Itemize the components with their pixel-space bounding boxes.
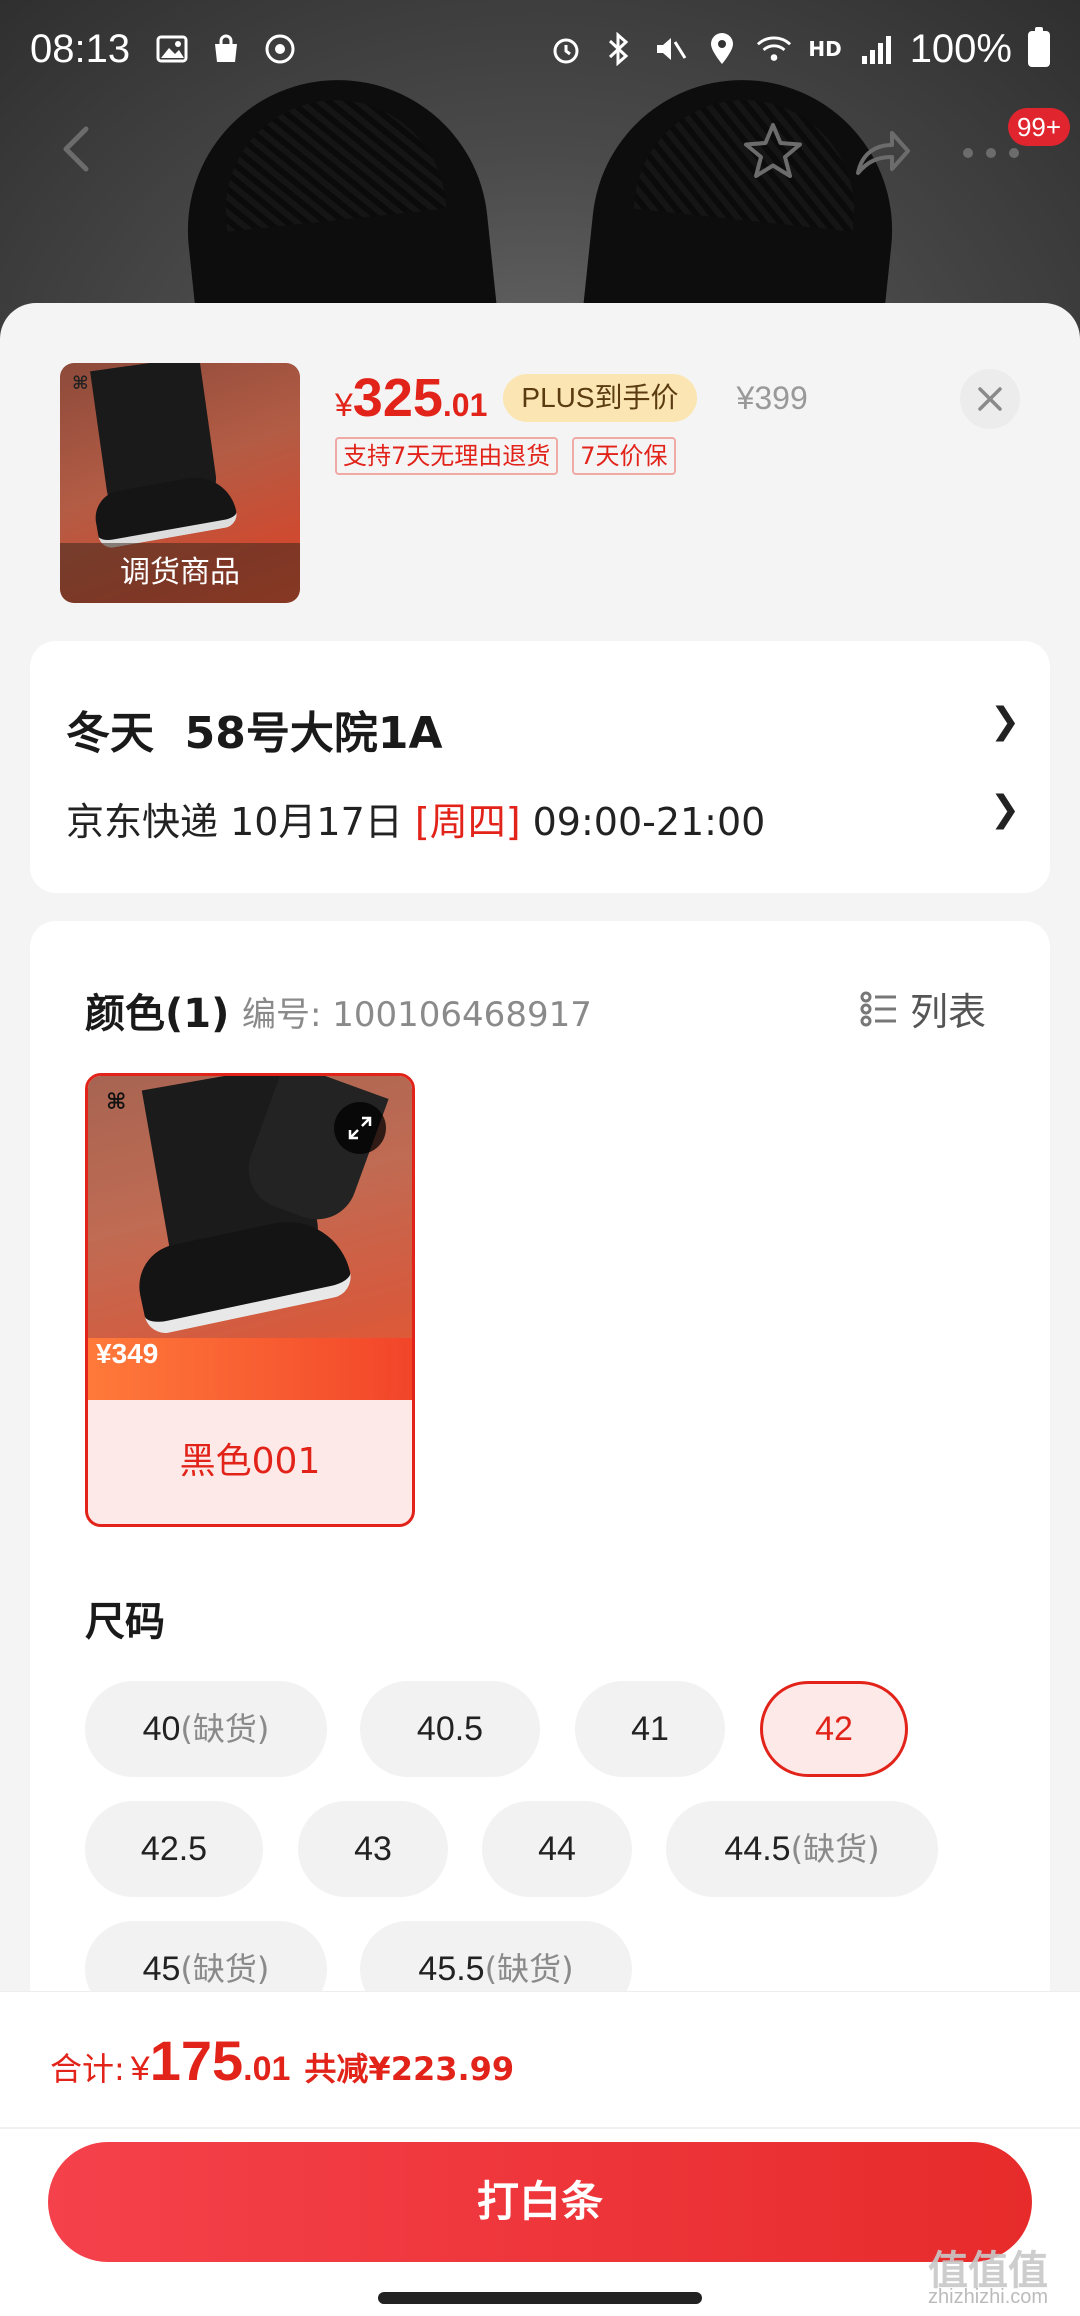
product-nav-bar xyxy=(0,105,1080,195)
size-option-44[interactable]: 44 xyxy=(482,1801,632,1897)
size-label: 42.5 xyxy=(140,1830,208,1868)
color-option-selected[interactable]: ⌘ ¥349 黑色001 xyxy=(85,1073,415,1527)
alarm-icon xyxy=(548,31,584,67)
size-option-44-5[interactable]: 44.5(缺货) xyxy=(666,1801,938,1897)
thumbnail-label: 调货商品 xyxy=(60,543,300,603)
total-decimal: .01 xyxy=(243,2050,291,2088)
delivery-time-window: 09:00-21:00 xyxy=(520,800,766,844)
size-out-of-stock: (缺货) xyxy=(484,1950,574,1988)
size-out-of-stock: (缺货) xyxy=(180,1710,270,1748)
battery-percent: 100% xyxy=(909,26,1012,71)
close-icon xyxy=(978,387,1002,411)
site-watermark-url: zhizhizhi.com xyxy=(928,2286,1049,2308)
total-discount: 共减¥223.99 xyxy=(304,2050,515,2088)
size-label: 44 xyxy=(538,1830,576,1868)
size-option-42-selected[interactable]: 42 xyxy=(760,1681,908,1777)
price-currency: ¥ xyxy=(335,387,353,423)
status-bar: 08:13 HD 100% xyxy=(0,0,1080,98)
hd-indicator: HD xyxy=(808,37,842,61)
total-currency: ¥ xyxy=(130,2050,150,2088)
price-decimal: .01 xyxy=(442,387,488,423)
message-count-badge: 99+ xyxy=(1008,108,1070,146)
gallery-icon xyxy=(154,31,190,67)
original-price: ¥399 xyxy=(736,379,808,416)
home-indicator[interactable] xyxy=(378,2292,702,2304)
back-icon[interactable] xyxy=(48,119,108,179)
size-option-40[interactable]: 40(缺货) xyxy=(85,1681,327,1777)
product-summary: ⌘ 调货商品 ¥325.01 PLUS到手价 ¥399 支持7天无理由退货 7天… xyxy=(0,303,1080,633)
service-tags: 支持7天无理由退货 7天价保 xyxy=(335,437,676,475)
color-option-image: ⌘ ¥349 xyxy=(88,1076,412,1400)
color-image-shoe-art xyxy=(131,1210,355,1337)
chevron-right-icon[interactable]: ❯ xyxy=(990,789,1020,830)
delivery-carrier-date: 京东快递 10月17日 xyxy=(66,800,415,844)
mute-icon xyxy=(652,31,688,67)
order-total: 合计: ¥175.01 共减¥223.99 xyxy=(50,2028,514,2093)
expand-icon[interactable] xyxy=(334,1102,386,1154)
size-option-42-5[interactable]: 42.5 xyxy=(85,1801,263,1897)
size-label: 43 xyxy=(354,1830,392,1868)
size-label: 40.5 xyxy=(416,1710,484,1748)
star-icon[interactable] xyxy=(740,119,806,185)
price-row: ¥325.01 PLUS到手价 ¥399 xyxy=(335,367,808,429)
total-label: 合计: xyxy=(50,2050,125,2088)
size-option-40-5[interactable]: 40.5 xyxy=(360,1681,540,1777)
product-thumbnail[interactable]: ⌘ 调货商品 xyxy=(60,363,300,603)
delivery-weekday: [周四] xyxy=(414,800,521,844)
footer-divider xyxy=(0,2127,1080,2129)
list-toggle-label: 列表 xyxy=(910,990,987,1034)
color-section-title: 颜色(1) xyxy=(85,991,230,1037)
size-option-43[interactable]: 43 xyxy=(298,1801,448,1897)
size-out-of-stock: (缺货) xyxy=(180,1950,270,1988)
size-label: 40 xyxy=(142,1710,181,1748)
list-view-toggle[interactable]: 列表 xyxy=(860,981,986,1036)
size-label: 45 xyxy=(142,1950,181,1988)
pay-with-baitiao-button[interactable]: 打白条 xyxy=(48,2142,1032,2262)
location-icon xyxy=(704,31,740,67)
color-option-name: 黑色001 xyxy=(179,1441,321,1482)
size-label: 44.5 xyxy=(724,1830,791,1868)
sync-icon xyxy=(262,31,298,67)
address-line[interactable]: 冬天 58号大院1A xyxy=(66,697,443,761)
size-label: 45.5 xyxy=(418,1950,485,1988)
color-image-price: ¥349 xyxy=(96,1338,159,1369)
close-button[interactable] xyxy=(960,369,1020,429)
chevron-right-icon[interactable]: ❯ xyxy=(990,701,1020,742)
signal-icon xyxy=(858,31,894,67)
address-delivery-card: 冬天 58号大院1A ❯ 京东快递 10月17日 [周四] 09:00-21:0… xyxy=(30,641,1050,893)
brand-logo-icon: ⌘ xyxy=(72,373,89,394)
list-icon xyxy=(860,991,896,1026)
brand-logo-icon: ⌘ xyxy=(106,1090,127,1115)
delivery-info[interactable]: 京东快递 10月17日 [周四] 09:00-21:00 xyxy=(66,791,765,846)
status-time: 08:13 xyxy=(30,26,131,71)
bluetooth-icon xyxy=(600,31,636,67)
tag-return-policy: 支持7天无理由退货 xyxy=(335,437,559,475)
current-price: ¥325.01 xyxy=(335,367,487,429)
checkout-footer: 合计: ¥175.01 共减¥223.99 打白条 xyxy=(0,1991,1080,2316)
plus-price-badge: PLUS到手价 xyxy=(503,374,697,422)
total-integer: 175 xyxy=(149,2029,244,2092)
share-icon[interactable] xyxy=(850,123,914,183)
battery-icon xyxy=(1028,27,1050,67)
shopping-bag-icon xyxy=(208,31,244,67)
size-option-41[interactable]: 41 xyxy=(575,1681,725,1777)
notification-icons xyxy=(154,31,298,67)
product-code: 编号: 100106468917 xyxy=(242,995,592,1035)
price-integer: 325 xyxy=(352,368,443,428)
size-out-of-stock: (缺货) xyxy=(790,1830,880,1868)
wifi-icon xyxy=(756,31,792,67)
system-status-icons: HD 100% xyxy=(548,27,1050,72)
tag-price-protection: 7天价保 xyxy=(572,437,676,475)
size-section-title: 尺码 xyxy=(85,1599,165,1645)
size-label: 41 xyxy=(631,1710,669,1748)
size-label: 42 xyxy=(815,1710,853,1748)
